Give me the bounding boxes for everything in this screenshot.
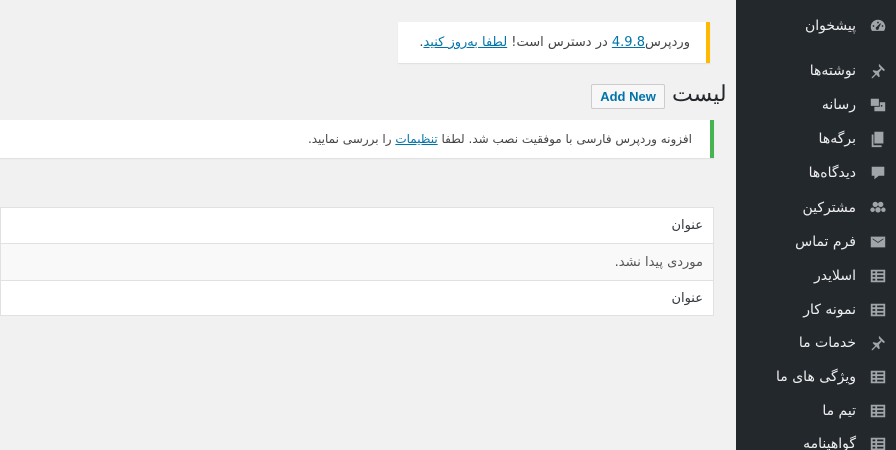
sidebar-item-label: اسلایدر: [814, 268, 856, 284]
update-notice-prefix: وردپرس: [644, 35, 690, 50]
list-view-icon: [868, 401, 888, 421]
comments-icon: [868, 163, 888, 183]
notice-suffix: را بررسی نمایید.: [307, 132, 396, 146]
sidebar-item-comments[interactable]: دیدگاه‌ها: [736, 156, 896, 190]
list-view-icon: [868, 434, 888, 450]
column-title-label: عنوان: [671, 218, 703, 233]
table-footer-title[interactable]: عنوان: [1, 280, 713, 316]
list-view-icon: [868, 266, 888, 286]
sidebar-item-dashboard[interactable]: پیشخوان: [736, 9, 896, 43]
groups-icon: [868, 198, 888, 218]
sidebar-item-label: نمونه کار: [803, 302, 856, 318]
update-notice-suffix: .: [419, 35, 424, 50]
media-icon: [868, 95, 888, 115]
sidebar-item-label: گواهینامه: [803, 436, 856, 450]
column-title-label: عنوان: [671, 291, 703, 306]
version-link[interactable]: 4.9.8: [612, 35, 645, 50]
sidebar-item-label: مشترکین: [802, 200, 856, 216]
sidebar-item-label: رسانه: [821, 97, 856, 113]
sidebar-item-subscribers[interactable]: مشترکین: [736, 191, 896, 225]
pin-icon: [868, 61, 888, 81]
no-items-message: موردی پیدا نشد.: [614, 254, 703, 270]
sidebar-item-team[interactable]: تیم ما: [736, 394, 896, 428]
notice-prefix: افزونه وردپرس فارسی با موفقیت نصب شد. لط…: [437, 132, 692, 146]
sidebar-item-label: دیدگاه‌ها: [808, 165, 856, 181]
sidebar-item-label: برگه‌ها: [818, 131, 856, 147]
sidebar-item-media[interactable]: رسانه: [736, 88, 896, 122]
list-view-icon: [868, 367, 888, 387]
update-now-link[interactable]: لطفا به‌روز کنید: [423, 35, 507, 50]
sidebar-item-label: نوشته‌ها: [809, 63, 856, 79]
email-icon: [868, 232, 888, 252]
sidebar-item-slider[interactable]: اسلایدر: [736, 259, 896, 293]
pin-icon: [868, 333, 888, 353]
success-notice: افزونه وردپرس فارسی با موفقیت نصب شد. لط…: [0, 120, 714, 158]
update-notice-middle: در دسترس است!: [507, 35, 612, 50]
sidebar-item-label: پیشخوان: [804, 18, 856, 34]
table-header-title[interactable]: عنوان: [1, 208, 713, 244]
list-table: عنوان موردی پیدا نشد. عنوان: [0, 207, 714, 316]
sidebar-item-label: خدمات ما: [798, 335, 856, 351]
sidebar-item-label: ویژگی های ما: [776, 369, 856, 385]
sidebar-item-portfolio[interactable]: نمونه کار: [736, 293, 896, 327]
admin-sidebar: پیشخوان نوشته‌ها رسانه برگه‌ها دیدگاه‌ها…: [736, 0, 896, 450]
pages-icon: [868, 129, 888, 149]
sidebar-item-services[interactable]: خدمات ما: [736, 326, 896, 360]
sidebar-item-contact-form[interactable]: فرم تماس: [736, 225, 896, 259]
sidebar-item-features[interactable]: ویژگی های ما: [736, 360, 896, 394]
table-row: موردی پیدا نشد.: [1, 244, 713, 280]
sidebar-item-label: فرم تماس: [795, 234, 856, 250]
list-view-icon: [868, 300, 888, 320]
sidebar-item-posts[interactable]: نوشته‌ها: [736, 54, 896, 88]
sidebar-item-pages[interactable]: برگه‌ها: [736, 122, 896, 156]
add-new-button[interactable]: Add New: [591, 84, 665, 109]
sidebar-item-label: تیم ما: [822, 403, 856, 419]
page-title: لیست: [672, 82, 727, 107]
settings-link[interactable]: تنظیمات: [395, 132, 437, 146]
dashboard-icon: [868, 16, 888, 36]
update-notice: وردپرس 4.9.8 در دسترس است! لطفا به‌روز ک…: [398, 22, 710, 63]
sidebar-item-certificates[interactable]: گواهینامه: [736, 427, 896, 450]
